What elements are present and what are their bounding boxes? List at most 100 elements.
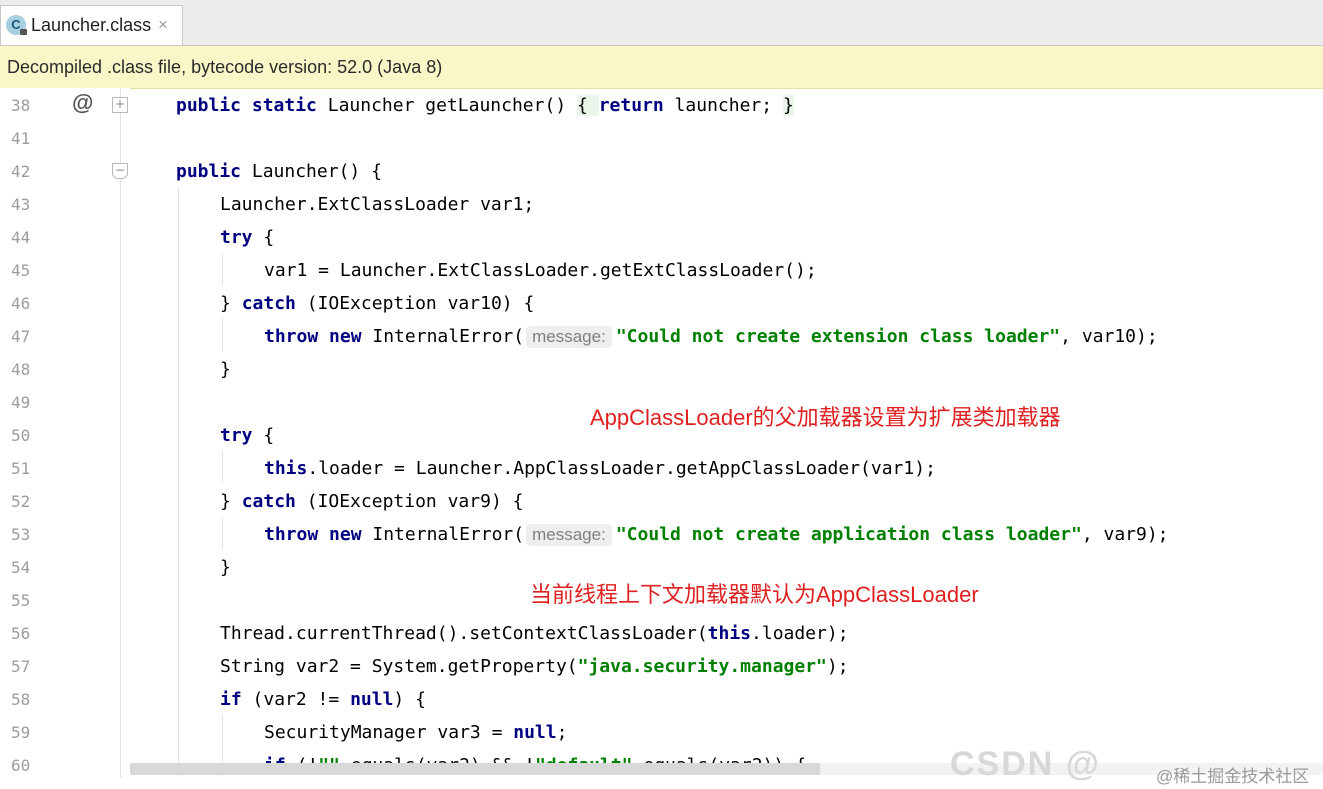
line-number: 52 <box>11 492 31 511</box>
keyword: catch <box>241 491 296 512</box>
code-line-46[interactable]: } catch (IOException var10) { <box>220 293 534 315</box>
code-line-53[interactable]: throw new InternalError(message: "Could n… <box>264 524 1169 546</box>
code-text: , var9); <box>1081 524 1169 545</box>
keyword: new <box>329 326 362 347</box>
close-icon[interactable]: × <box>158 14 168 36</box>
indent-guide <box>222 318 223 352</box>
code-line-48[interactable]: } <box>220 359 231 381</box>
indent-guide <box>222 450 223 484</box>
code-text: SecurityManager var3 = <box>264 722 514 743</box>
line-number: 45 <box>11 261 31 280</box>
code-text: .loader); <box>751 623 849 644</box>
code-text: (var2 != <box>241 689 351 710</box>
keyword: catch <box>241 293 296 314</box>
line-number: 60 <box>11 756 31 775</box>
keyword: throw <box>264 326 319 347</box>
banner-text: Decompiled .class file, bytecode version… <box>7 57 443 77</box>
code-line-57[interactable]: String var2 = System.getProperty("java.s… <box>220 656 849 678</box>
keyword: public <box>176 95 242 116</box>
code-text: Launcher() { <box>241 161 382 182</box>
line-number: 48 <box>11 360 31 379</box>
editor-tab-bar: C Launcher.class × <box>0 0 1323 46</box>
parameter-hint: message: <box>526 524 612 546</box>
code-line-38[interactable]: public static Launcher getLauncher() { r… <box>176 95 794 117</box>
line-number: 55 <box>11 591 31 610</box>
code-text: Launcher getLauncher() <box>316 95 577 116</box>
tab-launcher-class[interactable]: C Launcher.class × <box>0 5 183 45</box>
line-number: 54 <box>11 558 31 577</box>
annotation-context-loader: 当前线程上下文加载器默认为AppClassLoader <box>530 582 979 607</box>
code-text: InternalError( <box>361 326 525 347</box>
code-text: } <box>220 293 242 314</box>
lock-icon <box>20 29 27 35</box>
code-text: , var10); <box>1060 326 1158 347</box>
code-line-44[interactable]: try { <box>220 227 274 249</box>
keyword: new <box>329 524 362 545</box>
line-number: 41 <box>11 129 31 148</box>
folded-region-close[interactable]: } <box>782 95 794 116</box>
code-text: } <box>220 557 231 578</box>
line-number: 46 <box>11 294 31 313</box>
line-number: 57 <box>11 657 31 676</box>
override-icon[interactable]: @ <box>72 91 93 115</box>
collapse-fold-icon[interactable]: − <box>112 163 128 179</box>
line-number: 47 <box>11 327 31 346</box>
code-line-50[interactable]: try { <box>220 425 274 447</box>
tab-label: Launcher.class <box>31 15 152 35</box>
code-text: .loader = Launcher.AppClassLoader.getApp… <box>307 458 936 479</box>
line-number: 53 <box>11 525 31 544</box>
line-number: 44 <box>11 228 31 247</box>
horizontal-scrollbar-thumb[interactable] <box>130 763 820 775</box>
line-number: 43 <box>11 195 31 214</box>
code-line-52[interactable]: } catch (IOException var9) { <box>220 491 523 513</box>
string-literal: "java.security.manager" <box>577 656 827 677</box>
code-text: launcher; <box>663 95 783 116</box>
keyword: try <box>220 425 253 446</box>
keyword: return <box>598 95 664 116</box>
keyword: try <box>220 227 253 248</box>
keyword: null <box>350 689 394 710</box>
keyword: public <box>176 161 242 182</box>
juejin-watermark: @稀土掘金技术社区 <box>1156 767 1310 786</box>
keyword: static <box>251 95 317 116</box>
code-line-45[interactable]: var1 = Launcher.ExtClassLoader.getExtCla… <box>264 260 817 282</box>
annotation-parent-loader: AppClassLoader的父加载器设置为扩展类加载器 <box>590 405 1061 430</box>
keyword: if <box>220 689 242 710</box>
code-text: } <box>220 359 231 380</box>
code-line-51[interactable]: this.loader = Launcher.AppClassLoader.ge… <box>264 458 936 480</box>
code-text: InternalError( <box>361 524 525 545</box>
code-line-58[interactable]: if (var2 != null) { <box>220 689 426 711</box>
folded-region-open[interactable]: { <box>577 95 599 116</box>
code-line-43[interactable]: Launcher.ExtClassLoader var1; <box>220 194 534 216</box>
keyword: this <box>264 458 308 479</box>
code-line-59[interactable]: SecurityManager var3 = null; <box>264 722 567 744</box>
string-literal: "Could not create application class load… <box>615 524 1082 545</box>
code-line-42[interactable]: public Launcher() { <box>176 161 382 183</box>
line-number: 51 <box>11 459 31 478</box>
code-text: { <box>252 227 275 248</box>
csdn-watermark: CSDN @ <box>950 745 1101 783</box>
expand-fold-icon[interactable]: + <box>112 97 128 113</box>
code-text: } <box>220 491 242 512</box>
parameter-hint: message: <box>526 326 612 348</box>
line-number: 59 <box>11 723 31 742</box>
line-number: 42 <box>11 162 31 181</box>
keyword: this <box>707 623 752 644</box>
indent-guide <box>222 252 223 286</box>
code-text: { <box>252 425 275 446</box>
code-line-54[interactable]: } <box>220 557 231 579</box>
code-text: ; <box>556 722 568 743</box>
code-text: (IOException var9) { <box>295 491 524 512</box>
code-text: var1 = Launcher.ExtClassLoader.getExtCla… <box>264 260 817 281</box>
decompiled-banner: Decompiled .class file, bytecode version… <box>0 46 1323 89</box>
line-number: 38 <box>11 96 31 115</box>
line-number: 49 <box>11 393 31 412</box>
line-number: 56 <box>11 624 31 643</box>
code-text: ) { <box>393 689 426 710</box>
code-text: (IOException var10) { <box>295 293 535 314</box>
code-line-47[interactable]: throw new InternalError(message: "Could n… <box>264 326 1158 348</box>
line-number: 50 <box>11 426 31 445</box>
code-line-56[interactable]: Thread.currentThread().setContextClassLo… <box>220 623 849 645</box>
code-text: Thread.currentThread().setContextClassLo… <box>220 623 708 644</box>
keyword: throw <box>264 524 319 545</box>
